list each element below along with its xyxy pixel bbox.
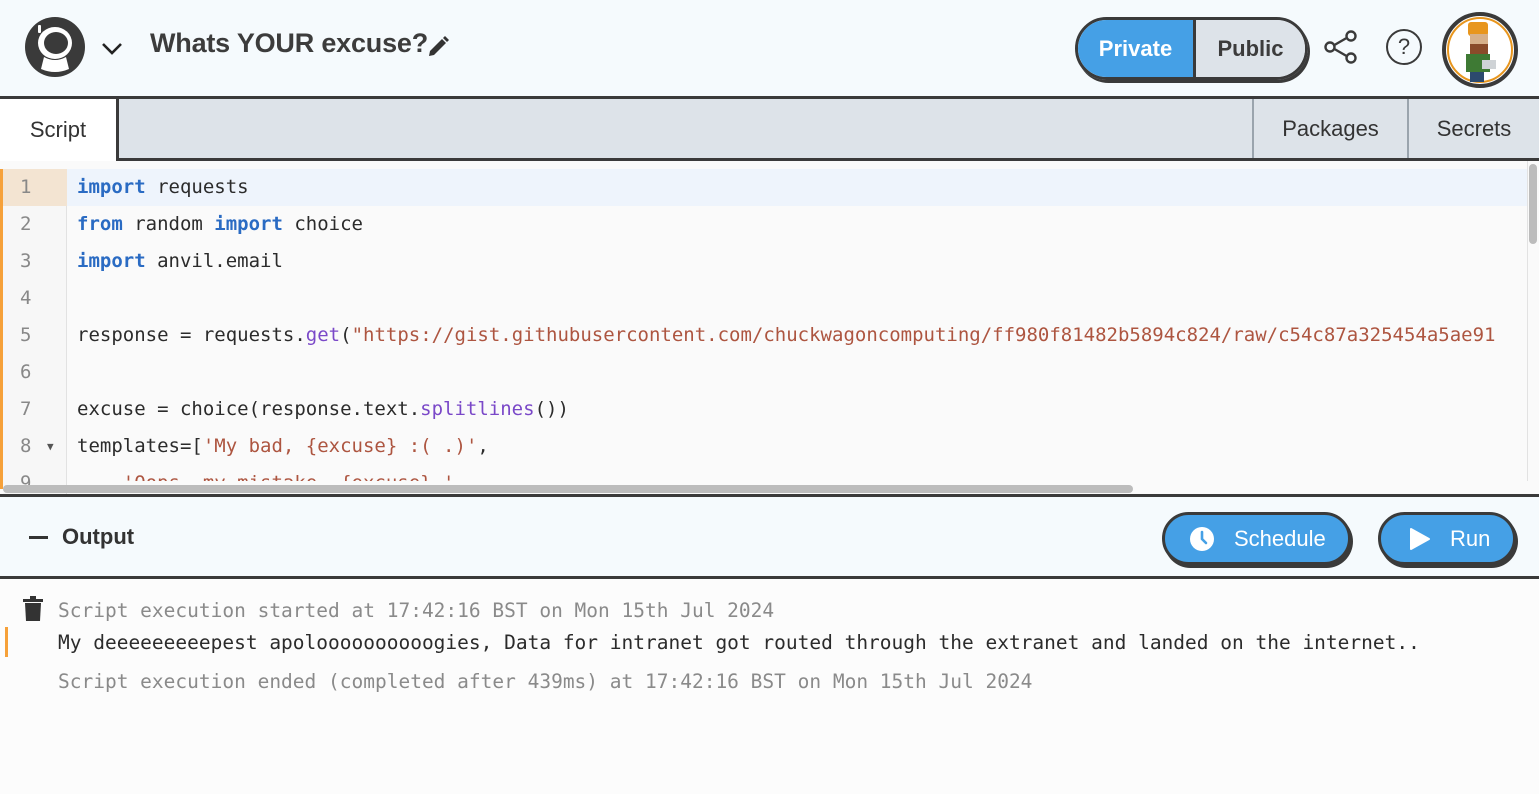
- app-title: Whats YOUR excuse?: [150, 28, 428, 58]
- help-button[interactable]: ?: [1386, 29, 1422, 65]
- clock-icon: [1190, 527, 1214, 551]
- code-line[interactable]: response = requests.get("https://gist.gi…: [67, 317, 1527, 354]
- output-title: Output: [62, 524, 135, 549]
- code-token: 'Oops, my mistake, {excuse}.': [123, 472, 455, 481]
- schedule-button[interactable]: Schedule: [1162, 512, 1351, 565]
- vertical-scrollbar-track[interactable]: [1527, 161, 1539, 481]
- private-option[interactable]: Private: [1078, 20, 1196, 77]
- clear-output-button[interactable]: [22, 596, 44, 622]
- console-line-end: Script execution ended (completed after …: [58, 670, 1033, 693]
- console-line-output: My deeeeeeeeepest apoloooooooooogies, Da…: [58, 631, 1420, 654]
- code-line[interactable]: [67, 354, 1527, 391]
- line-number: 3: [20, 250, 32, 272]
- rename-button[interactable]: [426, 35, 450, 59]
- person-avatar-icon: [1466, 22, 1496, 82]
- tab-script[interactable]: Script: [0, 96, 119, 164]
- tab-secrets[interactable]: Secrets: [1407, 99, 1539, 158]
- output-header: Output Schedule Run: [0, 494, 1539, 579]
- code-token: (: [340, 324, 352, 346]
- code-token: import: [214, 213, 283, 235]
- user-avatar[interactable]: [1442, 12, 1518, 88]
- minus-icon[interactable]: [29, 536, 48, 539]
- line-number: 2: [20, 213, 32, 235]
- app-logo[interactable]: [25, 17, 85, 77]
- pencil-icon: [429, 36, 449, 56]
- public-option[interactable]: Public: [1196, 20, 1305, 77]
- code-token: anvil.email: [145, 250, 283, 272]
- code-token: requests: [145, 176, 249, 198]
- run-label: Run: [1450, 526, 1491, 551]
- code-line[interactable]: [67, 280, 1527, 317]
- code-token: "https://gist.githubusercontent.com/chuc…: [351, 324, 1496, 346]
- code-line[interactable]: import requests: [67, 169, 1527, 206]
- fold-arrow-icon[interactable]: ▼: [47, 428, 54, 465]
- code-token: ,: [477, 435, 489, 457]
- code-token: templates=[: [77, 435, 203, 457]
- app-header: Whats YOUR excuse? Private Public ?: [0, 0, 1539, 96]
- code-token: 'My bad, {excuse} :( .)': [202, 435, 478, 457]
- astronaut-helmet-icon: [38, 25, 72, 72]
- code-token: choice: [282, 213, 363, 235]
- run-button[interactable]: Run: [1378, 512, 1516, 565]
- line-number: 8 ▼: [3, 428, 67, 465]
- visibility-toggle[interactable]: Private Public: [1075, 17, 1308, 80]
- code-token: ()): [534, 398, 569, 420]
- code-line[interactable]: from random import choice: [67, 206, 1527, 243]
- output-console: Script execution started at 17:42:16 BST…: [0, 579, 1539, 794]
- code-token: get: [305, 324, 341, 346]
- vertical-scrollbar-thumb[interactable]: [1529, 164, 1537, 244]
- line-number: 1: [3, 169, 67, 206]
- chevron-down-icon: [102, 43, 122, 55]
- play-icon: [1410, 528, 1430, 550]
- code-editor[interactable]: 1 2 3 4 5 6 7 8 ▼ 9 import requests from random im…: [0, 161, 1539, 494]
- code-token: from: [77, 213, 123, 235]
- line-number: 6: [20, 361, 32, 383]
- tab-packages[interactable]: Packages: [1252, 99, 1407, 158]
- code-line[interactable]: import anvil.email: [67, 243, 1527, 280]
- trash-icon: [23, 596, 43, 621]
- line-number: 7: [20, 398, 32, 420]
- code-line[interactable]: 'Oops, my mistake, {excuse}.': [67, 465, 1527, 481]
- code-token: response = requests.: [77, 324, 306, 346]
- share-icon: [1324, 30, 1357, 64]
- editor-tabbar: Script Packages Secrets: [0, 96, 1539, 164]
- output-marker: [5, 627, 8, 657]
- line-number: 4: [20, 287, 32, 309]
- project-menu-chevron[interactable]: [100, 36, 124, 60]
- share-button[interactable]: [1322, 28, 1360, 66]
- code-token: import: [77, 176, 146, 198]
- code-token: import: [77, 250, 146, 272]
- console-line-start: Script execution started at 17:42:16 BST…: [58, 599, 775, 622]
- code-token: splitlines: [420, 398, 535, 420]
- code-line[interactable]: excuse = choice(response.text.splitlines…: [67, 391, 1527, 428]
- line-number: 5: [20, 324, 32, 346]
- code-token: random: [122, 213, 215, 235]
- horizontal-scrollbar-thumb[interactable]: [3, 485, 1133, 493]
- code-line[interactable]: templates=['My bad, {excuse} :( .)',: [67, 428, 1527, 465]
- code-token: excuse = choice(response.text.: [77, 398, 421, 420]
- schedule-label: Schedule: [1234, 526, 1326, 551]
- code-area[interactable]: import requests from random import choice…: [67, 169, 1527, 481]
